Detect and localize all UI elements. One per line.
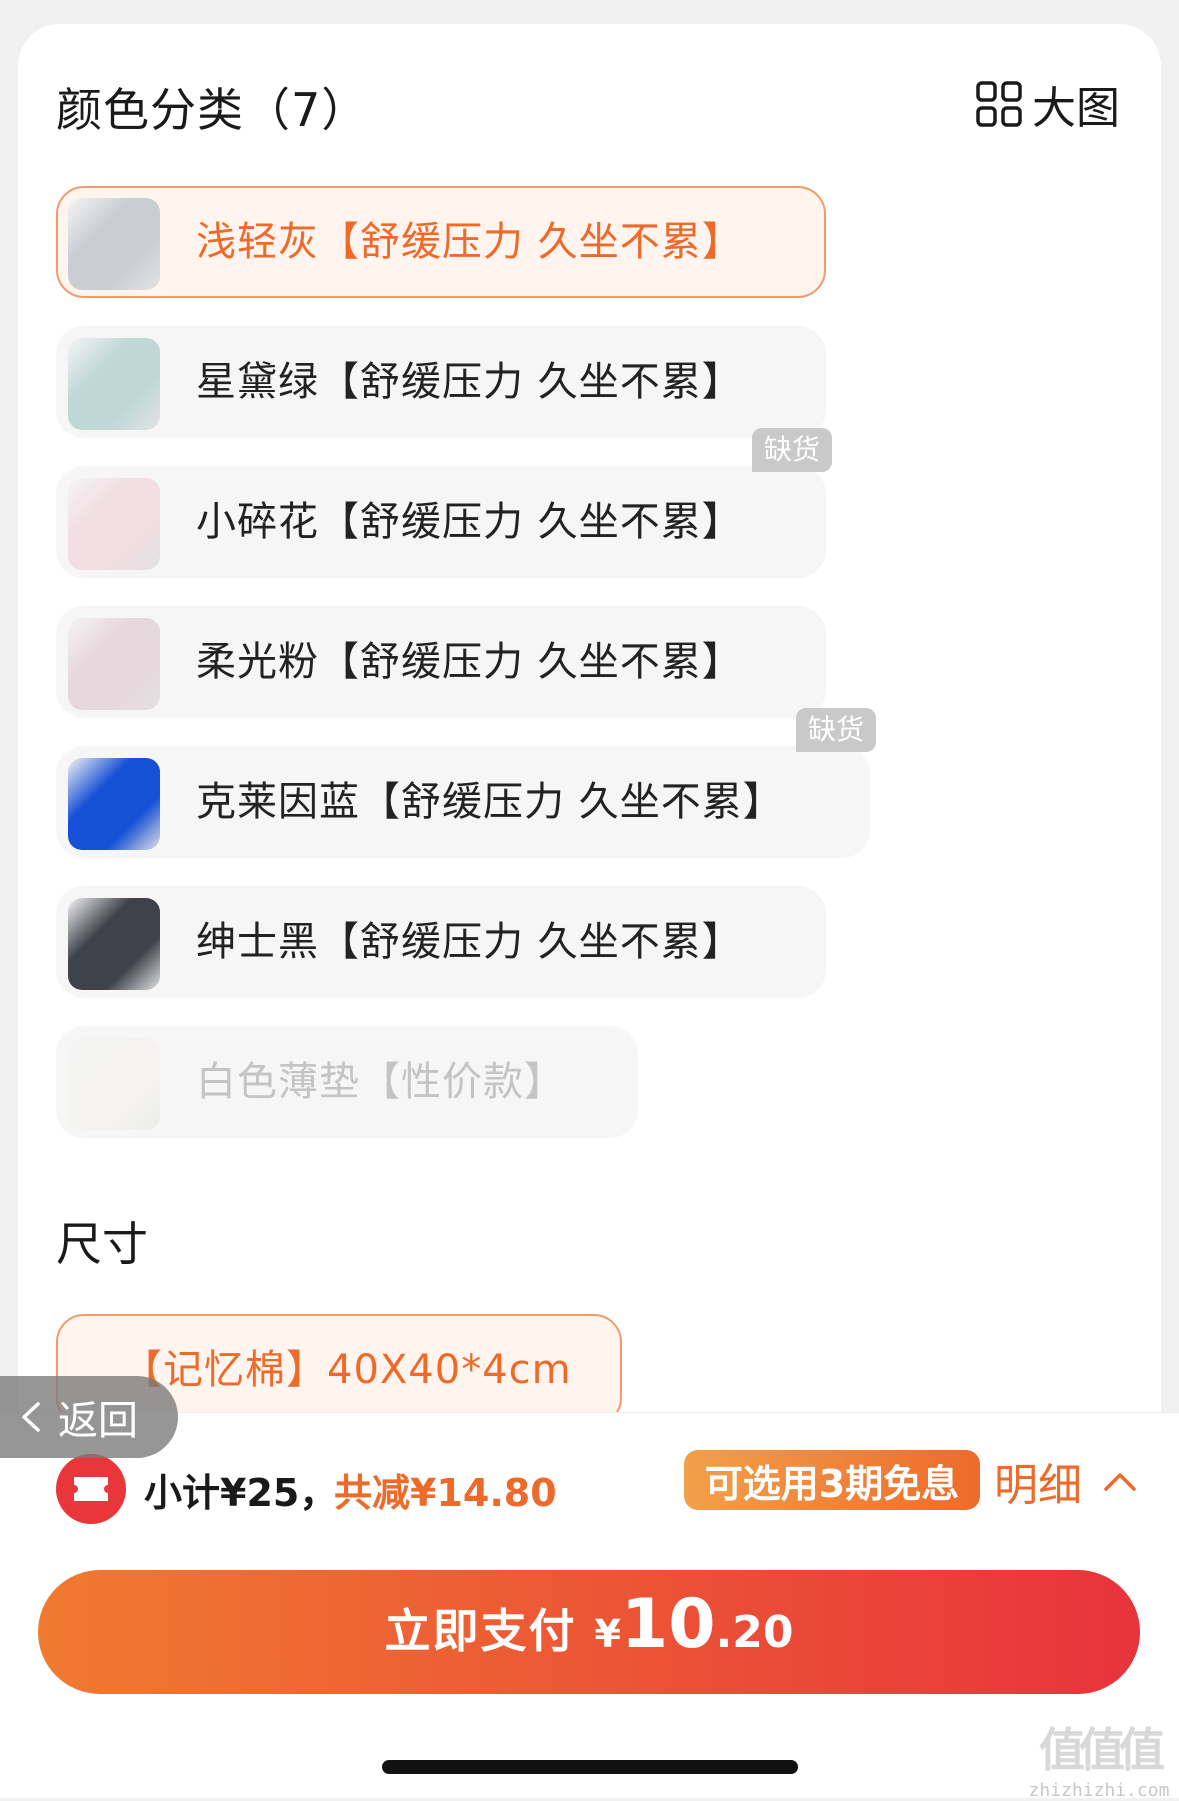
color-option-gentleman-black[interactable]: 绅士黑【舒缓压力 久坐不累】 — [56, 886, 826, 998]
color-option-label: 克莱因蓝【舒缓压力 久坐不累】 — [196, 779, 784, 825]
product-thumbnail — [68, 1038, 160, 1130]
back-button-label: 返回 — [58, 1398, 138, 1444]
color-option-label: 绅士黑【舒缓压力 久坐不累】 — [196, 919, 743, 965]
discount-text: 共减¥14.80 — [334, 1471, 557, 1515]
color-option-light-gray[interactable]: 浅轻灰【舒缓压力 久坐不累】 — [56, 186, 826, 298]
color-option-white-thin[interactable]: 白色薄垫【性价款】 — [56, 1026, 638, 1138]
color-option-label: 浅轻灰【舒缓压力 久坐不累】 — [196, 219, 743, 265]
pay-currency: ¥ — [594, 1612, 621, 1656]
home-indicator — [382, 1760, 798, 1774]
watermark: 值值值 zhizhizhi.com — [1024, 1718, 1174, 1801]
chevron-up-icon — [1104, 1473, 1136, 1491]
product-thumbnail — [68, 338, 160, 430]
color-option-floral[interactable]: 小碎花【舒缓压力 久坐不累】 缺货 — [56, 428, 832, 578]
pay-button-label: 立即支付 — [384, 1604, 577, 1658]
product-thumbnail — [68, 898, 160, 990]
back-button[interactable]: 返回 — [0, 1376, 178, 1458]
coupon-icon — [56, 1454, 126, 1524]
out-of-stock-badge: 缺货 — [751, 428, 832, 472]
watermark-text: zhizhizhi.com — [1028, 1779, 1170, 1801]
product-thumbnail — [68, 478, 160, 570]
subtotal-text: 小计¥25， — [144, 1471, 338, 1515]
color-option-klein-blue[interactable]: 克莱因蓝【舒缓压力 久坐不累】 缺货 — [56, 708, 876, 858]
product-thumbnail — [68, 758, 160, 850]
size-option-label: 【记忆棉】40X40*4cm — [122, 1347, 572, 1393]
price-detail-toggle[interactable]: 明细 — [994, 1450, 1138, 1512]
chevron-left-icon — [22, 1402, 40, 1432]
size-section-title: 尺寸 — [56, 1217, 148, 1271]
out-of-stock-badge: 缺货 — [795, 708, 876, 752]
product-thumbnail — [68, 618, 160, 710]
color-option-star-green[interactable]: 星黛绿【舒缓压力 久坐不累】 — [56, 326, 826, 438]
color-option-label: 白色薄垫【性价款】 — [196, 1059, 565, 1105]
pay-amount-integer: 10 — [620, 1585, 716, 1664]
pay-now-button[interactable]: 立即支付 ¥ 10 .20 — [38, 1570, 1140, 1694]
watermark-logo: 值值值 — [1039, 1722, 1165, 1777]
color-section-title: 颜色分类（7） — [56, 83, 369, 137]
big-view-toggle[interactable]: 大图 — [976, 76, 1120, 134]
pay-amount-decimal: .20 — [715, 1607, 794, 1658]
installment-badge[interactable]: 可选用3期免息 — [684, 1450, 980, 1510]
big-view-label: 大图 — [1032, 83, 1120, 134]
product-thumbnail — [68, 198, 160, 290]
color-option-label: 小碎花【舒缓压力 久坐不累】 — [196, 499, 743, 545]
color-option-soft-pink[interactable]: 柔光粉【舒缓压力 久坐不累】 — [56, 606, 826, 718]
detail-label: 明细 — [994, 1460, 1082, 1511]
color-option-label: 柔光粉【舒缓压力 久坐不累】 — [196, 639, 743, 685]
grid-icon — [976, 81, 1022, 127]
color-option-label: 星黛绿【舒缓压力 久坐不累】 — [196, 359, 743, 405]
